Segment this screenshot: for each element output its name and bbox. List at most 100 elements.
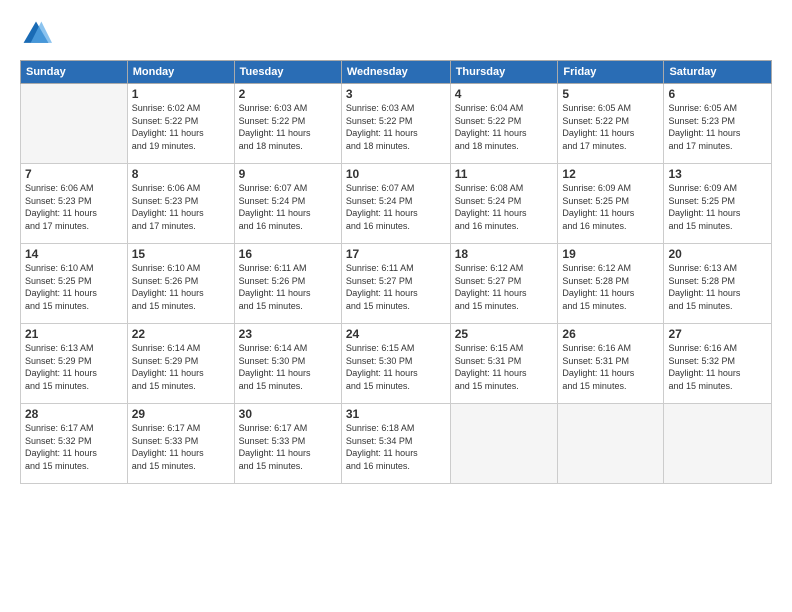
day-number: 12 xyxy=(562,167,659,181)
day-info: Sunrise: 6:11 AM Sunset: 5:27 PM Dayligh… xyxy=(346,262,446,312)
day-info: Sunrise: 6:15 AM Sunset: 5:30 PM Dayligh… xyxy=(346,342,446,392)
day-info: Sunrise: 6:09 AM Sunset: 5:25 PM Dayligh… xyxy=(562,182,659,232)
weekday-header-sunday: Sunday xyxy=(21,61,128,84)
calendar-cell: 17Sunrise: 6:11 AM Sunset: 5:27 PM Dayli… xyxy=(341,244,450,324)
calendar-cell: 7Sunrise: 6:06 AM Sunset: 5:23 PM Daylig… xyxy=(21,164,128,244)
day-info: Sunrise: 6:14 AM Sunset: 5:29 PM Dayligh… xyxy=(132,342,230,392)
calendar-cell: 23Sunrise: 6:14 AM Sunset: 5:30 PM Dayli… xyxy=(234,324,341,404)
day-info: Sunrise: 6:13 AM Sunset: 5:28 PM Dayligh… xyxy=(668,262,767,312)
weekday-header-thursday: Thursday xyxy=(450,61,558,84)
day-info: Sunrise: 6:08 AM Sunset: 5:24 PM Dayligh… xyxy=(455,182,554,232)
day-info: Sunrise: 6:06 AM Sunset: 5:23 PM Dayligh… xyxy=(132,182,230,232)
calendar-table: SundayMondayTuesdayWednesdayThursdayFrid… xyxy=(20,60,772,484)
calendar-page: SundayMondayTuesdayWednesdayThursdayFrid… xyxy=(0,0,792,612)
logo xyxy=(20,18,56,50)
calendar-cell: 13Sunrise: 6:09 AM Sunset: 5:25 PM Dayli… xyxy=(664,164,772,244)
calendar-cell: 3Sunrise: 6:03 AM Sunset: 5:22 PM Daylig… xyxy=(341,84,450,164)
day-number: 8 xyxy=(132,167,230,181)
calendar-cell: 8Sunrise: 6:06 AM Sunset: 5:23 PM Daylig… xyxy=(127,164,234,244)
day-info: Sunrise: 6:10 AM Sunset: 5:26 PM Dayligh… xyxy=(132,262,230,312)
calendar-cell: 31Sunrise: 6:18 AM Sunset: 5:34 PM Dayli… xyxy=(341,404,450,484)
day-number: 11 xyxy=(455,167,554,181)
day-number: 1 xyxy=(132,87,230,101)
logo-icon xyxy=(20,18,52,50)
calendar-cell: 4Sunrise: 6:04 AM Sunset: 5:22 PM Daylig… xyxy=(450,84,558,164)
day-number: 2 xyxy=(239,87,337,101)
day-number: 19 xyxy=(562,247,659,261)
calendar-cell: 25Sunrise: 6:15 AM Sunset: 5:31 PM Dayli… xyxy=(450,324,558,404)
calendar-cell: 5Sunrise: 6:05 AM Sunset: 5:22 PM Daylig… xyxy=(558,84,664,164)
weekday-header-wednesday: Wednesday xyxy=(341,61,450,84)
calendar-cell xyxy=(664,404,772,484)
weekday-header-row: SundayMondayTuesdayWednesdayThursdayFrid… xyxy=(21,61,772,84)
day-info: Sunrise: 6:06 AM Sunset: 5:23 PM Dayligh… xyxy=(25,182,123,232)
day-number: 21 xyxy=(25,327,123,341)
day-number: 15 xyxy=(132,247,230,261)
day-info: Sunrise: 6:17 AM Sunset: 5:33 PM Dayligh… xyxy=(132,422,230,472)
day-info: Sunrise: 6:07 AM Sunset: 5:24 PM Dayligh… xyxy=(346,182,446,232)
day-info: Sunrise: 6:18 AM Sunset: 5:34 PM Dayligh… xyxy=(346,422,446,472)
day-number: 29 xyxy=(132,407,230,421)
day-info: Sunrise: 6:07 AM Sunset: 5:24 PM Dayligh… xyxy=(239,182,337,232)
day-number: 23 xyxy=(239,327,337,341)
calendar-cell: 11Sunrise: 6:08 AM Sunset: 5:24 PM Dayli… xyxy=(450,164,558,244)
weekday-header-saturday: Saturday xyxy=(664,61,772,84)
day-number: 24 xyxy=(346,327,446,341)
day-number: 22 xyxy=(132,327,230,341)
day-info: Sunrise: 6:09 AM Sunset: 5:25 PM Dayligh… xyxy=(668,182,767,232)
calendar-week-row: 28Sunrise: 6:17 AM Sunset: 5:32 PM Dayli… xyxy=(21,404,772,484)
day-number: 27 xyxy=(668,327,767,341)
day-number: 5 xyxy=(562,87,659,101)
day-info: Sunrise: 6:16 AM Sunset: 5:32 PM Dayligh… xyxy=(668,342,767,392)
calendar-cell: 16Sunrise: 6:11 AM Sunset: 5:26 PM Dayli… xyxy=(234,244,341,324)
weekday-header-tuesday: Tuesday xyxy=(234,61,341,84)
day-info: Sunrise: 6:04 AM Sunset: 5:22 PM Dayligh… xyxy=(455,102,554,152)
calendar-cell: 12Sunrise: 6:09 AM Sunset: 5:25 PM Dayli… xyxy=(558,164,664,244)
calendar-cell: 28Sunrise: 6:17 AM Sunset: 5:32 PM Dayli… xyxy=(21,404,128,484)
day-number: 10 xyxy=(346,167,446,181)
header xyxy=(20,18,772,50)
calendar-cell: 30Sunrise: 6:17 AM Sunset: 5:33 PM Dayli… xyxy=(234,404,341,484)
day-number: 3 xyxy=(346,87,446,101)
day-number: 26 xyxy=(562,327,659,341)
calendar-cell: 27Sunrise: 6:16 AM Sunset: 5:32 PM Dayli… xyxy=(664,324,772,404)
day-number: 7 xyxy=(25,167,123,181)
day-number: 9 xyxy=(239,167,337,181)
day-number: 17 xyxy=(346,247,446,261)
calendar-week-row: 21Sunrise: 6:13 AM Sunset: 5:29 PM Dayli… xyxy=(21,324,772,404)
calendar-cell: 10Sunrise: 6:07 AM Sunset: 5:24 PM Dayli… xyxy=(341,164,450,244)
day-number: 16 xyxy=(239,247,337,261)
calendar-cell: 19Sunrise: 6:12 AM Sunset: 5:28 PM Dayli… xyxy=(558,244,664,324)
day-info: Sunrise: 6:13 AM Sunset: 5:29 PM Dayligh… xyxy=(25,342,123,392)
day-number: 6 xyxy=(668,87,767,101)
calendar-week-row: 7Sunrise: 6:06 AM Sunset: 5:23 PM Daylig… xyxy=(21,164,772,244)
calendar-cell: 1Sunrise: 6:02 AM Sunset: 5:22 PM Daylig… xyxy=(127,84,234,164)
day-number: 30 xyxy=(239,407,337,421)
day-info: Sunrise: 6:03 AM Sunset: 5:22 PM Dayligh… xyxy=(239,102,337,152)
calendar-cell xyxy=(21,84,128,164)
calendar-cell: 6Sunrise: 6:05 AM Sunset: 5:23 PM Daylig… xyxy=(664,84,772,164)
day-number: 18 xyxy=(455,247,554,261)
day-info: Sunrise: 6:05 AM Sunset: 5:22 PM Dayligh… xyxy=(562,102,659,152)
day-number: 25 xyxy=(455,327,554,341)
day-number: 31 xyxy=(346,407,446,421)
calendar-cell xyxy=(450,404,558,484)
day-info: Sunrise: 6:03 AM Sunset: 5:22 PM Dayligh… xyxy=(346,102,446,152)
day-info: Sunrise: 6:16 AM Sunset: 5:31 PM Dayligh… xyxy=(562,342,659,392)
day-number: 13 xyxy=(668,167,767,181)
calendar-cell: 20Sunrise: 6:13 AM Sunset: 5:28 PM Dayli… xyxy=(664,244,772,324)
day-number: 14 xyxy=(25,247,123,261)
day-info: Sunrise: 6:15 AM Sunset: 5:31 PM Dayligh… xyxy=(455,342,554,392)
day-info: Sunrise: 6:05 AM Sunset: 5:23 PM Dayligh… xyxy=(668,102,767,152)
calendar-cell: 22Sunrise: 6:14 AM Sunset: 5:29 PM Dayli… xyxy=(127,324,234,404)
day-info: Sunrise: 6:12 AM Sunset: 5:28 PM Dayligh… xyxy=(562,262,659,312)
calendar-cell: 21Sunrise: 6:13 AM Sunset: 5:29 PM Dayli… xyxy=(21,324,128,404)
calendar-cell: 24Sunrise: 6:15 AM Sunset: 5:30 PM Dayli… xyxy=(341,324,450,404)
day-info: Sunrise: 6:14 AM Sunset: 5:30 PM Dayligh… xyxy=(239,342,337,392)
day-info: Sunrise: 6:10 AM Sunset: 5:25 PM Dayligh… xyxy=(25,262,123,312)
calendar-cell: 29Sunrise: 6:17 AM Sunset: 5:33 PM Dayli… xyxy=(127,404,234,484)
day-number: 4 xyxy=(455,87,554,101)
calendar-cell: 2Sunrise: 6:03 AM Sunset: 5:22 PM Daylig… xyxy=(234,84,341,164)
calendar-week-row: 14Sunrise: 6:10 AM Sunset: 5:25 PM Dayli… xyxy=(21,244,772,324)
day-info: Sunrise: 6:17 AM Sunset: 5:33 PM Dayligh… xyxy=(239,422,337,472)
